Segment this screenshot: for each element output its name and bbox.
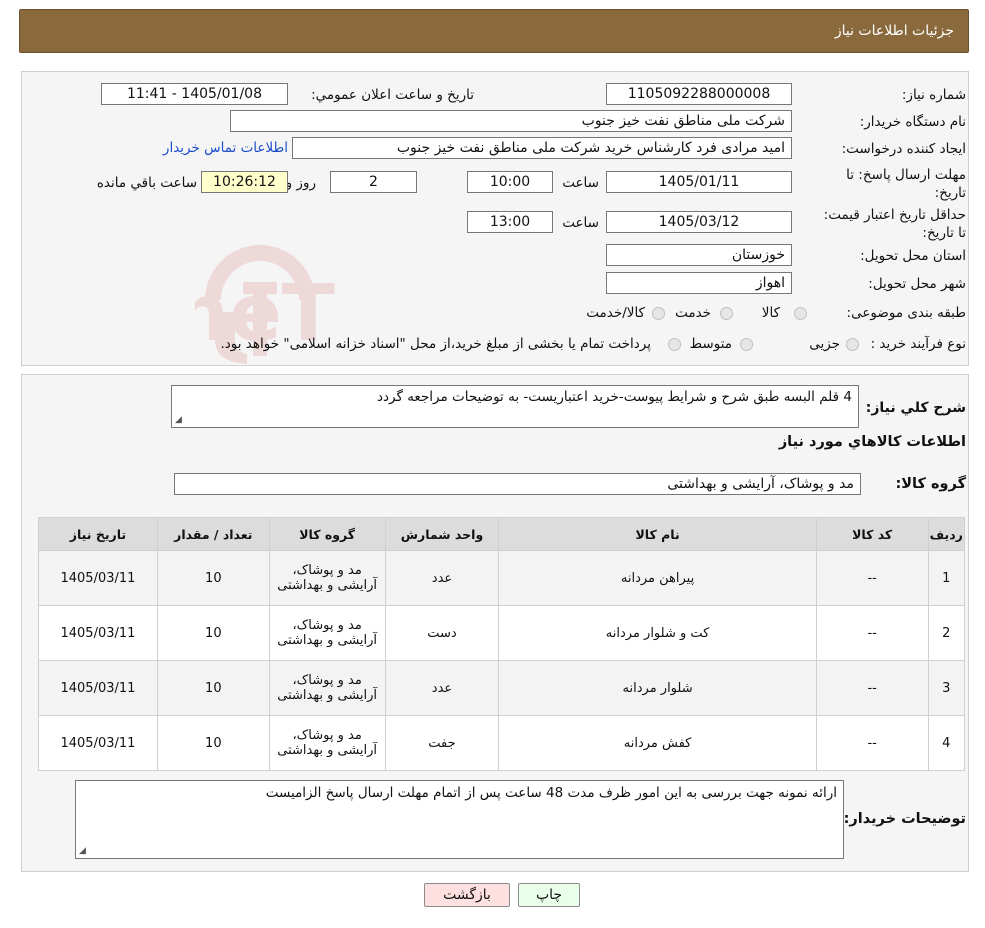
summary-textarea[interactable]: 4 قلم البسه طبق شرح و شرایط پیوست-خرید ا… bbox=[171, 385, 859, 428]
buyer-notes-label: توضيحات خريدار: bbox=[843, 811, 966, 827]
col-header-row-no: رديف bbox=[928, 518, 964, 550]
category-both-label: کالا/خدمت bbox=[586, 305, 645, 321]
cell-name: شلوار مردانه bbox=[499, 661, 816, 715]
city-label: شهر محل تحويل: bbox=[868, 276, 966, 292]
col-header-code: کد کالا bbox=[816, 518, 928, 550]
cell-quantity: 10 bbox=[157, 661, 269, 715]
buyer-contact-link[interactable]: اطلاعات تماس خريدار bbox=[163, 140, 288, 156]
cell-date: 1405/03/11 bbox=[39, 661, 157, 715]
announce-date-label: تاریخ و ساعت اعلان عمومي: bbox=[311, 87, 474, 103]
cell-unit: عدد bbox=[385, 551, 499, 605]
process-medium-radio[interactable] bbox=[740, 338, 753, 351]
process-medium-label: متوسط bbox=[689, 336, 732, 352]
creator-label: ايجاد کننده درخواست: bbox=[841, 141, 966, 157]
cell-row-no: 2 bbox=[928, 606, 964, 660]
cell-group: مد و پوشاک، آرایشی و بهداشتی bbox=[269, 716, 385, 770]
cell-group: مد و پوشاک، آرایشی و بهداشتی bbox=[269, 661, 385, 715]
goods-info-title: اطلاعات کالاهاي مورد نياز bbox=[778, 434, 966, 450]
page-title: جزئیات اطلاعات نیاز bbox=[834, 23, 954, 39]
cell-code: -- bbox=[816, 551, 928, 605]
col-header-quantity: تعداد / مقدار bbox=[157, 518, 269, 550]
goods-group-label: گروه کالا: bbox=[895, 476, 966, 492]
cell-quantity: 10 bbox=[157, 716, 269, 770]
cell-code: -- bbox=[816, 606, 928, 660]
resize-grip-icon[interactable]: ◢ bbox=[175, 415, 182, 425]
category-service-label: خدمت bbox=[675, 305, 711, 321]
table-header-row: رديف کد کالا نام کالا واحد شمارش گروه کا… bbox=[39, 518, 964, 550]
cell-code: -- bbox=[816, 716, 928, 770]
table-row: 1 -- پیراهن مردانه عدد مد و پوشاک، آرایش… bbox=[39, 551, 964, 605]
deadline-time-label: ساعت bbox=[562, 175, 599, 191]
table-row: 4 -- کفش مردانه جفت مد و پوشاک، آرایشی و… bbox=[39, 716, 964, 770]
province-field: خوزستان bbox=[606, 244, 792, 266]
process-minor-radio[interactable] bbox=[846, 338, 859, 351]
cell-row-no: 3 bbox=[928, 661, 964, 715]
process-minor-label: جزیی bbox=[809, 336, 840, 352]
process-type-label: نوع فرآيند خريد : bbox=[870, 336, 966, 352]
deadline-date-field: 1405/01/11 bbox=[606, 171, 792, 193]
table-row: 3 -- شلوار مردانه عدد مد و پوشاک، آرایشی… bbox=[39, 661, 964, 715]
province-label: استان محل تحويل: bbox=[860, 248, 966, 264]
cell-date: 1405/03/11 bbox=[39, 551, 157, 605]
cell-group: مد و پوشاک، آرایشی و بهداشتی bbox=[269, 606, 385, 660]
process-note-text: پرداخت تمام یا بخشی از مبلغ خرید،از محل … bbox=[220, 336, 651, 352]
remaining-days-field: 2 bbox=[330, 171, 417, 193]
validity-label: حداقل تاريخ اعتبار قيمت: تا تاريخ: bbox=[823, 207, 966, 241]
buyer-notes-textarea[interactable]: ارائه نمونه جهت بررسی به این امور ظرف مد… bbox=[75, 780, 844, 859]
validity-time-field: 13:00 bbox=[467, 211, 553, 233]
cell-unit: جفت bbox=[385, 716, 499, 770]
resize-grip-icon[interactable]: ◢ bbox=[79, 846, 86, 856]
remaining-time-field: 10:26:12 bbox=[201, 171, 288, 193]
cell-unit: عدد bbox=[385, 661, 499, 715]
city-field: اهواز bbox=[606, 272, 792, 294]
buyer-field: شرکت ملی مناطق نفت خیز جنوب bbox=[230, 110, 792, 132]
validity-time-label: ساعت bbox=[562, 215, 599, 231]
goods-table: رديف کد کالا نام کالا واحد شمارش گروه کا… bbox=[38, 517, 965, 771]
back-button[interactable]: بازگشت bbox=[424, 883, 510, 907]
table-row: 2 -- کت و شلوار مردانه دست مد و پوشاک، آ… bbox=[39, 606, 964, 660]
cell-row-no: 1 bbox=[928, 551, 964, 605]
need-number-label: شماره نیاز: bbox=[901, 87, 966, 103]
deadline-label: مهلت ارسال پاسخ: تا تاريخ: bbox=[846, 167, 966, 201]
deadline-time-field: 10:00 bbox=[467, 171, 553, 193]
cell-name: کفش مردانه bbox=[499, 716, 816, 770]
cell-name: کت و شلوار مردانه bbox=[499, 606, 816, 660]
col-header-unit: واحد شمارش bbox=[385, 518, 499, 550]
cell-date: 1405/03/11 bbox=[39, 716, 157, 770]
col-header-group: گروه کالا bbox=[269, 518, 385, 550]
buyer-notes-text: ارائه نمونه جهت بررسی به این امور ظرف مد… bbox=[265, 785, 837, 801]
cell-unit: دست bbox=[385, 606, 499, 660]
cell-row-no: 4 bbox=[928, 716, 964, 770]
days-suffix-label: روز و bbox=[285, 175, 316, 191]
category-service-radio[interactable] bbox=[720, 307, 733, 320]
summary-label: شرح كلي نياز: bbox=[865, 400, 966, 416]
announce-date-field: 1405/01/08 - 11:41 bbox=[101, 83, 288, 105]
category-goods-radio[interactable] bbox=[794, 307, 807, 320]
process-note-radio[interactable] bbox=[668, 338, 681, 351]
cell-quantity: 10 bbox=[157, 606, 269, 660]
cell-name: پیراهن مردانه bbox=[499, 551, 816, 605]
col-header-name: نام کالا bbox=[499, 518, 816, 550]
col-header-date: تاريخ نياز bbox=[39, 518, 157, 550]
cell-date: 1405/03/11 bbox=[39, 606, 157, 660]
need-number-field: 1105092288000008 bbox=[606, 83, 792, 105]
validity-date-field: 1405/03/12 bbox=[606, 211, 792, 233]
cell-quantity: 10 bbox=[157, 551, 269, 605]
creator-field: امید مرادی فرد کارشناس خرید شرکت ملی منا… bbox=[292, 137, 792, 159]
category-label: طبقه بندی موضوعی: bbox=[846, 305, 966, 321]
print-button[interactable]: چاپ bbox=[518, 883, 580, 907]
goods-group-field: مد و پوشاک، آرایشی و بهداشتی bbox=[174, 473, 861, 495]
category-both-radio[interactable] bbox=[652, 307, 665, 320]
cell-code: -- bbox=[816, 661, 928, 715]
summary-text: 4 قلم البسه طبق شرح و شرایط پیوست-خرید ا… bbox=[377, 389, 852, 405]
page-header: جزئیات اطلاعات نیاز bbox=[19, 9, 969, 53]
cell-group: مد و پوشاک، آرایشی و بهداشتی bbox=[269, 551, 385, 605]
category-goods-label: کالا bbox=[761, 305, 780, 321]
buyer-label: نام دستگاه خريدار: bbox=[859, 114, 966, 130]
remaining-suffix-label: ساعت باقي مانده bbox=[96, 175, 197, 191]
